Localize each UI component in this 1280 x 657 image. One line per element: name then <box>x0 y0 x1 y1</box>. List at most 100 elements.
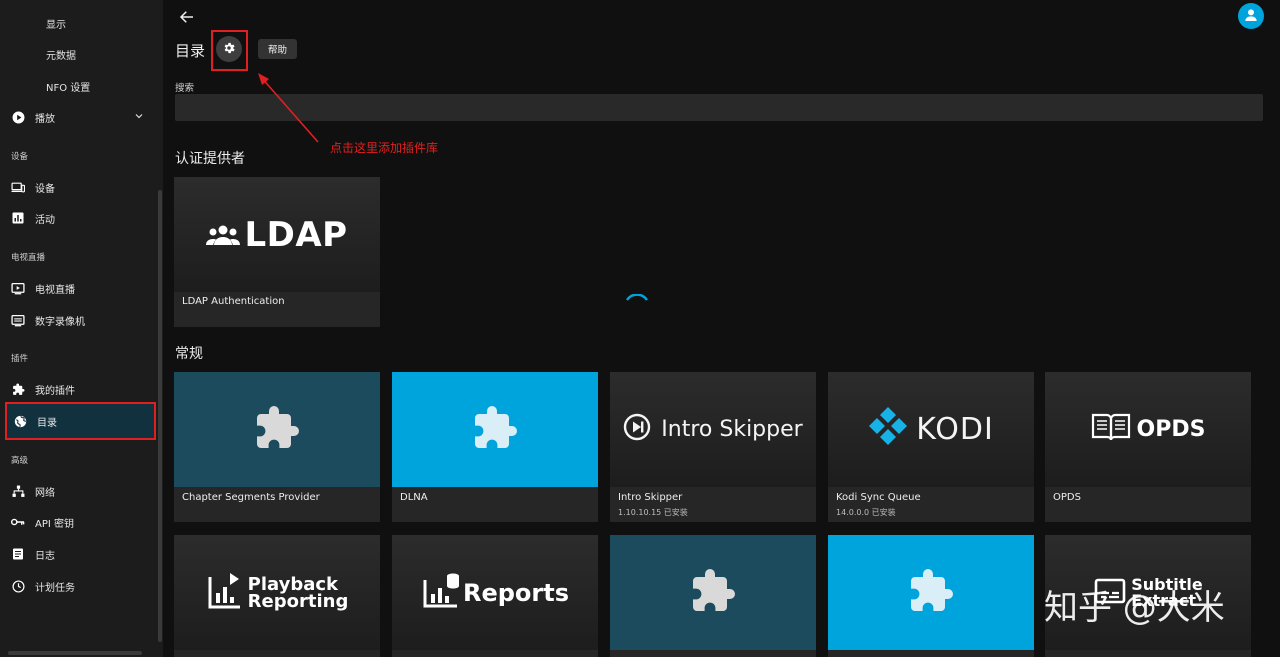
sidebar-item-metadata[interactable]: 元数据 <box>46 47 76 62</box>
plugin-card-chapter-segments[interactable]: Chapter Segments Provider <box>174 372 380 522</box>
plugin-card-image: LDAP <box>174 177 380 292</box>
report-database-icon <box>421 570 461 616</box>
sidebar-item-network[interactable]: 网络 <box>0 477 163 505</box>
plugin-card-name: DLNA <box>400 492 428 503</box>
loading-spinner <box>626 294 648 301</box>
kodi-logo-text: KODI <box>916 412 994 447</box>
plugin-card-plugin-3[interactable] <box>610 535 816 657</box>
plugin-card-intro-skipper[interactable]: Intro Skipper Intro Skipper 1.10.10.15 已… <box>610 372 816 522</box>
sidebar-item-dvr[interactable]: 数字录像机 <box>0 306 163 334</box>
plugin-card-image: Playback Reporting <box>174 535 380 650</box>
puzzle-icon <box>907 567 955 618</box>
sidebar-item-label: 日志 <box>35 550 55 562</box>
book-icon <box>1091 412 1131 448</box>
network-icon <box>11 484 25 498</box>
sidebar-item-label: 电视直播 <box>35 284 75 296</box>
sidebar-item-logs[interactable]: 日志 <box>0 540 163 568</box>
sidebar-item-nfo-settings[interactable]: NFO 设置 <box>46 79 90 94</box>
section-title-general: 常规 <box>175 346 203 362</box>
plugin-card-image: OPDS <box>1045 372 1251 487</box>
plugin-card-name: Kodi Sync Queue <box>836 492 921 503</box>
clock-icon <box>11 579 25 593</box>
repository-settings-button[interactable] <box>216 36 242 62</box>
playback-logo-line2: Reporting <box>247 590 349 612</box>
search-input[interactable] <box>175 94 1263 121</box>
sidebar-header-devices: 设备 <box>11 152 29 162</box>
sidebar-horizontal-scrollbar[interactable] <box>8 651 142 655</box>
chevron-down-icon[interactable] <box>133 110 145 125</box>
tv-icon <box>11 281 25 295</box>
plugin-card-image <box>610 535 816 650</box>
section-title-auth: 认证提供者 <box>175 151 245 167</box>
user-icon <box>1243 7 1259 26</box>
gear-icon <box>222 41 236 58</box>
puzzle-icon <box>689 567 737 618</box>
plugin-card-plugin-4[interactable] <box>828 535 1034 657</box>
sidebar-item-display[interactable]: 显示 <box>46 16 66 31</box>
sidebar-item-label: API 密钥 <box>35 518 74 530</box>
sidebar: 显示 元数据 NFO 设置 播放 设备 设备 活动 电视直播 电视直播 数字录像 <box>0 0 163 657</box>
page-title: 目录 <box>175 42 206 60</box>
ldap-logo-text: LDAP <box>244 214 348 255</box>
plugin-card-playback-reporting[interactable]: Playback Reporting <box>174 535 380 657</box>
playback-logo-line1: Playback <box>247 573 339 595</box>
sidebar-header-livetv: 电视直播 <box>11 253 46 263</box>
sidebar-item-catalog[interactable]: 目录 <box>5 402 156 440</box>
opds-logo-text: OPDS <box>1136 417 1206 442</box>
plugin-card-opds[interactable]: OPDS OPDS <box>1045 372 1251 522</box>
sidebar-item-api-keys[interactable]: API 密钥 <box>0 508 163 536</box>
plugin-card-ldap[interactable]: LDAP LDAP Authentication <box>174 177 380 327</box>
sidebar-item-livetv[interactable]: 电视直播 <box>0 274 163 302</box>
sidebar-header-advanced: 高级 <box>11 456 29 466</box>
devices-icon <box>11 180 25 194</box>
plugin-card-name: Chapter Segments Provider <box>182 492 320 503</box>
plugin-card-reports[interactable]: Reports <box>392 535 598 657</box>
sidebar-item-label: 计划任务 <box>35 582 75 594</box>
skip-forward-icon <box>623 413 651 447</box>
annotation-text: 点击这里添加插件库 <box>330 141 439 155</box>
plugin-card-image <box>828 535 1034 650</box>
sidebar-item-activity[interactable]: 活动 <box>0 204 163 232</box>
dvr-icon <box>11 313 25 327</box>
reports-logo-text: Reports <box>462 578 570 607</box>
users-icon <box>206 215 241 255</box>
puzzle-icon <box>11 382 25 396</box>
sidebar-item-label: 设备 <box>35 183 55 195</box>
puzzle-icon <box>253 404 301 455</box>
sidebar-item-label: 播放 <box>35 113 55 125</box>
play-circle-icon <box>11 110 25 124</box>
globe-icon <box>13 414 27 428</box>
puzzle-icon <box>471 404 519 455</box>
annotation-arrow <box>258 73 319 143</box>
plugin-card-dlna[interactable]: DLNA <box>392 372 598 522</box>
plugin-card-name: OPDS <box>1053 492 1081 503</box>
plugin-card-version: 14.0.0.0 已安装 <box>836 508 896 517</box>
watermark: 知乎 @大米 <box>1044 588 1225 628</box>
plugin-card-image: Intro Skipper <box>610 372 816 487</box>
intro-skipper-logo-text: Intro Skipper <box>661 417 803 442</box>
plugin-card-image: KODI <box>828 372 1034 487</box>
sidebar-item-label: 活动 <box>35 214 55 226</box>
plugin-card-image: Reports <box>392 535 598 650</box>
arrow-left-icon[interactable] <box>178 8 196 29</box>
help-button[interactable]: 帮助 <box>258 39 297 59</box>
plugin-card-image <box>392 372 598 487</box>
key-icon <box>11 515 25 529</box>
sidebar-header-plugins: 插件 <box>11 354 29 364</box>
report-chart-icon <box>206 571 244 614</box>
sidebar-item-my-plugins[interactable]: 我的插件 <box>0 375 163 403</box>
sidebar-scrollbar[interactable] <box>158 190 162 642</box>
sidebar-item-scheduled-tasks[interactable]: 计划任务 <box>0 572 163 600</box>
sidebar-item-label: 目录 <box>37 417 57 429</box>
sidebar-item-devices[interactable]: 设备 <box>0 173 163 201</box>
plugin-card-version: 1.10.10.15 已安装 <box>618 508 688 517</box>
plugin-card-name: Intro Skipper <box>618 492 683 503</box>
search-label: 搜索 <box>175 83 195 94</box>
sidebar-item-playback[interactable]: 播放 <box>0 103 163 131</box>
plugin-card-image <box>174 372 380 487</box>
plugin-card-kodi-sync-queue[interactable]: KODI Kodi Sync Queue 14.0.0.0 已安装 <box>828 372 1034 522</box>
document-icon <box>11 547 25 561</box>
plugin-card-name: LDAP Authentication <box>182 296 285 307</box>
sidebar-item-label: 数字录像机 <box>35 316 85 328</box>
user-avatar-button[interactable] <box>1238 3 1264 29</box>
